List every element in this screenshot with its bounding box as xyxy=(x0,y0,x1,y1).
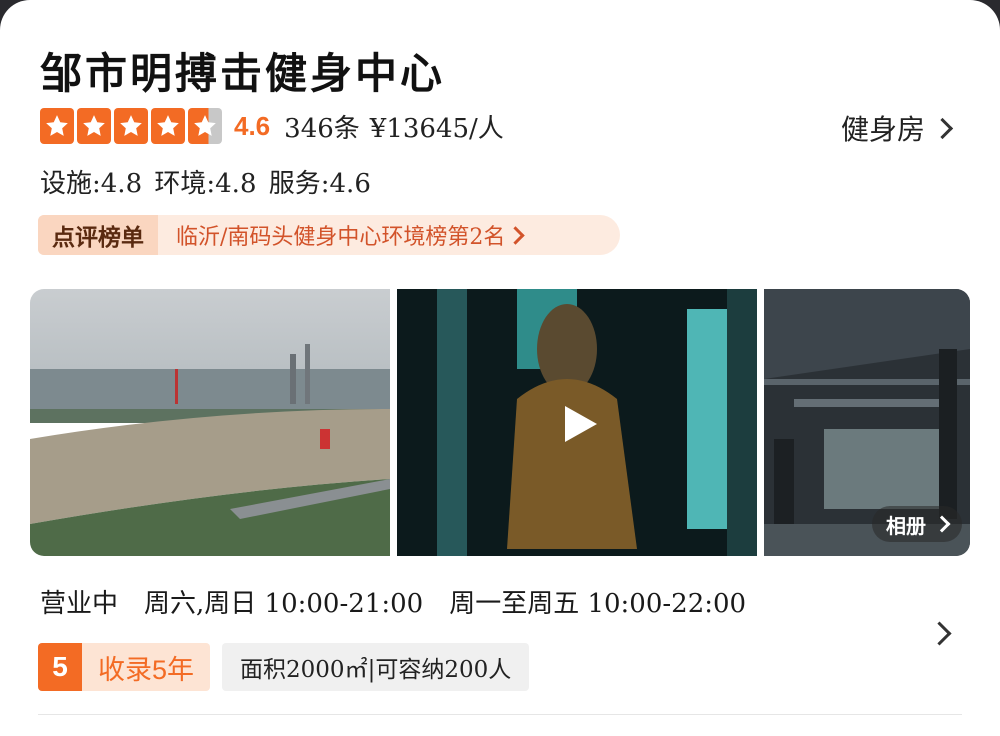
star-rating xyxy=(40,108,222,144)
category-label: 健身房 xyxy=(840,113,925,146)
star-icon xyxy=(40,108,74,144)
chevron-right-icon[interactable] xyxy=(927,621,952,646)
years-badge: 5 收录5年 xyxy=(38,643,211,691)
gallery-photo-gym[interactable]: 相册 xyxy=(764,289,970,556)
half-star-icon xyxy=(188,108,222,144)
category-link[interactable]: 健身房 xyxy=(840,108,954,148)
photo-gallery[interactable]: 相册 xyxy=(30,289,970,556)
review-count[interactable]: 346条 xyxy=(284,108,360,145)
avg-price: ¥13645/人 xyxy=(369,113,504,144)
star-icon xyxy=(77,108,111,144)
album-button[interactable]: 相册 xyxy=(872,506,962,542)
chevron-right-icon xyxy=(933,515,951,533)
weekend-hours: 周六,周日 10:00-21:00 xyxy=(144,589,424,619)
shop-tags: 5 收录5年 面积2000㎡|可容纳200人 xyxy=(38,643,530,691)
sub-ratings: 设施:4.8 环境:4.8 服务:4.6 xyxy=(40,169,371,199)
rating-row[interactable]: 4.6 346条 ¥13645/人 xyxy=(40,106,504,146)
years-text: 收录5年 xyxy=(82,643,211,691)
chevron-right-icon xyxy=(506,225,526,245)
gallery-photo-river[interactable] xyxy=(30,289,390,556)
star-icon xyxy=(151,108,185,144)
play-icon[interactable] xyxy=(557,402,601,446)
ranking-text: 临沂/南码头健身中心环境榜第2名 xyxy=(176,225,506,250)
ranking-badge[interactable]: 点评榜单 临沂/南码头健身中心环境榜第2名 xyxy=(38,215,620,255)
ranking-tag: 点评榜单 xyxy=(38,215,158,255)
star-icon xyxy=(114,108,148,144)
weekday-hours: 周一至周五 10:00-22:00 xyxy=(449,589,747,619)
ranking-text-wrap: 临沂/南码头健身中心环境榜第2名 xyxy=(176,219,526,251)
capacity-tag: 面积2000㎡|可容纳200人 xyxy=(222,643,530,691)
divider xyxy=(38,714,962,715)
open-status: 营业中 xyxy=(40,589,119,619)
chevron-right-icon xyxy=(931,117,954,139)
shop-title: 邹市明搏击健身中心 xyxy=(40,49,446,98)
rating-score: 4.6 xyxy=(234,110,271,141)
shop-detail-card: 邹市明搏击健身中心 4.6 346条 ¥13645/人 健身房 设施:4.8 环… xyxy=(0,0,1000,736)
gallery-video[interactable] xyxy=(397,289,757,556)
business-hours[interactable]: 营业中 周六,周日 10:00-21:00 周一至周五 10:00-22:00 xyxy=(40,583,746,620)
album-label: 相册 xyxy=(886,515,926,538)
years-number: 5 xyxy=(38,643,82,691)
